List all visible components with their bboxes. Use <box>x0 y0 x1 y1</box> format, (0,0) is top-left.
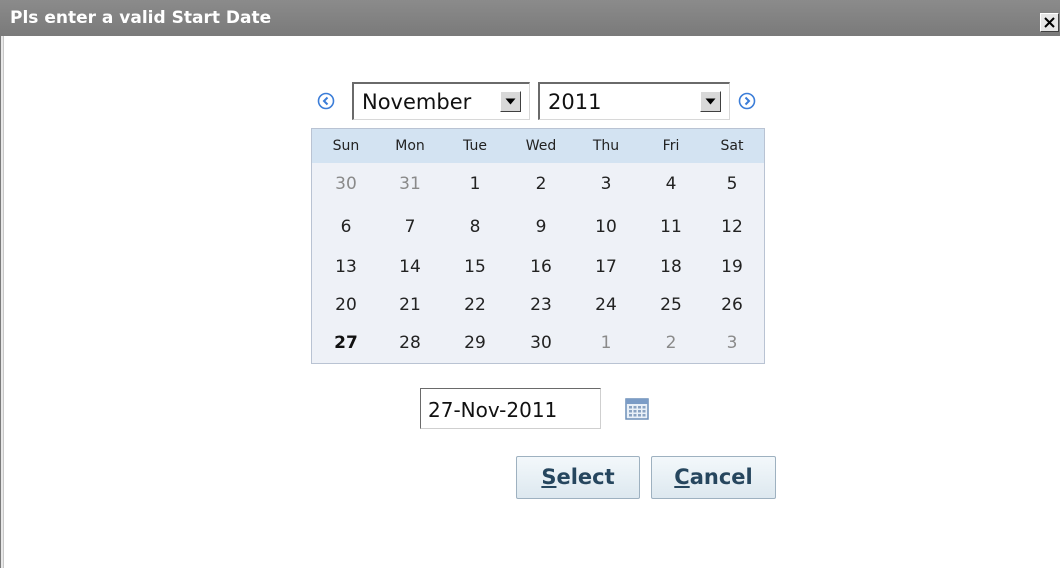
month-select-value: November <box>362 90 472 114</box>
date-input[interactable]: 27-Nov-2011 <box>420 388 601 429</box>
calendar-day[interactable]: 15 <box>443 257 507 277</box>
calendar-day[interactable]: 17 <box>574 257 638 277</box>
cancel-button[interactable]: Cancel <box>651 456 776 499</box>
calendar-day[interactable]: 9 <box>509 217 573 237</box>
calendar-day[interactable]: 3 <box>574 174 638 194</box>
calendar-grid: Sun Mon Tue Wed Thu Fri Sat 30 31 1 2 3 4 5 6 7 8 9 10 11 1… <box>311 128 765 364</box>
date-input-value: 27-Nov-2011 <box>428 398 558 422</box>
month-select[interactable]: November <box>352 82 530 120</box>
calendar-day[interactable]: 13 <box>314 257 378 277</box>
select-button-mnemonic: S <box>541 465 557 489</box>
calendar-day[interactable]: 24 <box>574 295 638 315</box>
calendar-day[interactable]: 5 <box>700 174 764 194</box>
calendar-day[interactable]: 20 <box>314 295 378 315</box>
close-button[interactable] <box>1040 13 1059 32</box>
chevron-down-icon <box>705 98 716 105</box>
weekday-label: Mon <box>395 138 425 154</box>
calendar-day[interactable]: 30 <box>314 174 378 194</box>
calendar-button[interactable] <box>624 397 650 421</box>
calendar-day[interactable]: 14 <box>378 257 442 277</box>
calendar-day[interactable]: 8 <box>443 217 507 237</box>
calendar-day[interactable]: 12 <box>700 217 764 237</box>
weekday-label: Thu <box>592 138 620 154</box>
calendar-day-selected[interactable]: 27 <box>314 333 378 353</box>
calendar-day[interactable]: 10 <box>574 217 638 237</box>
calendar-day[interactable]: 25 <box>639 295 703 315</box>
calendar-day[interactable]: 16 <box>509 257 573 277</box>
calendar-day[interactable]: 30 <box>509 333 573 353</box>
calendar-day[interactable]: 7 <box>378 217 442 237</box>
calendar-day[interactable]: 2 <box>639 333 703 353</box>
calendar-day[interactable]: 2 <box>509 174 573 194</box>
calendar-day[interactable]: 31 <box>378 174 442 194</box>
dialog-titlebar[interactable]: Pls enter a valid Start Date <box>0 0 1060 36</box>
calendar-day[interactable]: 1 <box>574 333 638 353</box>
previous-month-button[interactable] <box>317 92 335 110</box>
calendar-day[interactable]: 19 <box>700 257 764 277</box>
calendar-day[interactable]: 4 <box>639 174 703 194</box>
calendar-day[interactable]: 11 <box>639 217 703 237</box>
weekday-label: Sun <box>332 138 360 154</box>
month-dropdown-button[interactable] <box>500 91 521 112</box>
close-icon <box>1044 17 1055 28</box>
calendar-day[interactable]: 28 <box>378 333 442 353</box>
weekday-label: Tue <box>463 138 487 154</box>
calendar-day[interactable]: 18 <box>639 257 703 277</box>
next-month-icon <box>738 92 756 110</box>
year-dropdown-button[interactable] <box>700 91 721 112</box>
year-select-value: 2011 <box>548 90 602 114</box>
calendar-day[interactable]: 1 <box>443 174 507 194</box>
calendar-day[interactable]: 3 <box>700 333 764 353</box>
chevron-down-icon <box>505 98 516 105</box>
weekday-label: Sat <box>720 138 744 154</box>
year-select[interactable]: 2011 <box>538 82 730 120</box>
calendar-day[interactable]: 6 <box>314 217 378 237</box>
calendar-day[interactable]: 29 <box>443 333 507 353</box>
calendar-day[interactable]: 21 <box>378 295 442 315</box>
calendar-day[interactable]: 23 <box>509 295 573 315</box>
select-button[interactable]: Select <box>516 456 640 499</box>
cancel-button-label: ancel <box>689 465 753 489</box>
calendar-day[interactable]: 22 <box>443 295 507 315</box>
previous-month-icon <box>317 92 335 110</box>
calendar-day[interactable]: 26 <box>700 295 764 315</box>
select-button-label: elect <box>556 465 615 489</box>
next-month-button[interactable] <box>738 92 756 110</box>
calendar-icon <box>625 398 649 420</box>
weekday-label: Fri <box>662 138 680 154</box>
weekday-header-row: Sun Mon Tue Wed Thu Fri Sat <box>312 129 764 163</box>
cancel-button-mnemonic: C <box>674 465 690 489</box>
dialog-left-border <box>0 36 4 568</box>
date-picker-dialog: Pls enter a valid Start Date November 20… <box>0 0 1060 568</box>
weekday-label: Wed <box>525 138 557 154</box>
dialog-title: Pls enter a valid Start Date <box>10 8 272 28</box>
